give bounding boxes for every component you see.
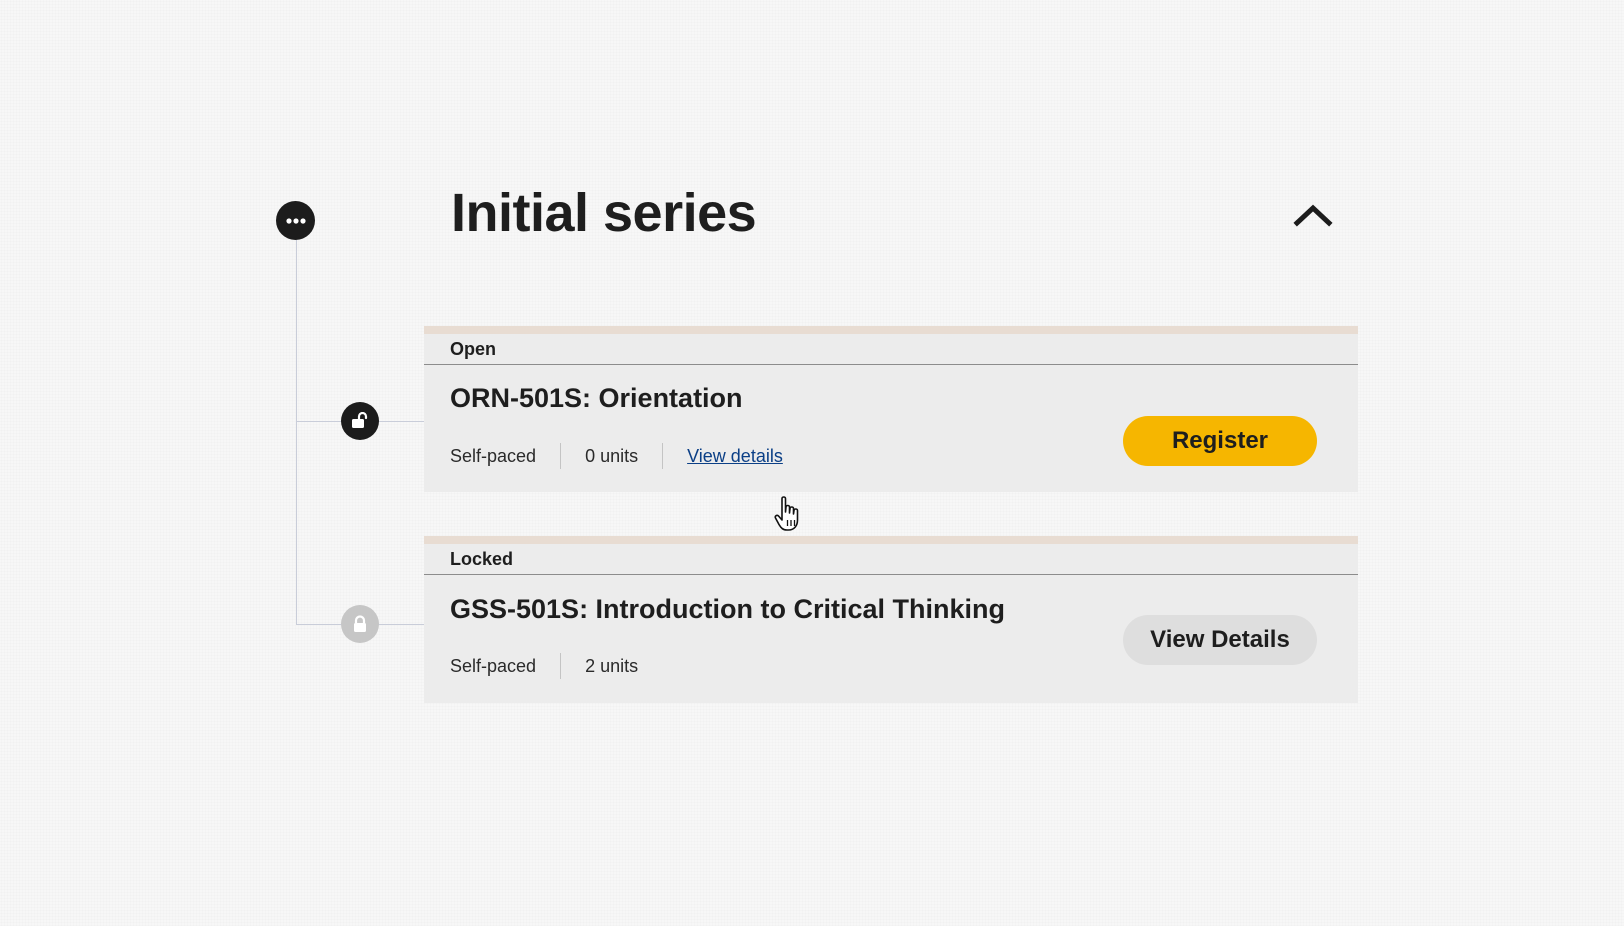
more-dots-icon xyxy=(276,201,315,240)
view-details-button[interactable]: View Details xyxy=(1123,615,1317,665)
meta-divider xyxy=(662,443,664,469)
register-button[interactable]: Register xyxy=(1123,416,1317,466)
timeline-line xyxy=(296,238,297,624)
course-title: GSS-501S: Introduction to Critical Think… xyxy=(450,594,1006,624)
card-accent-bar xyxy=(424,536,1358,544)
card-accent-bar xyxy=(424,326,1358,334)
meta-divider xyxy=(560,653,562,679)
course-meta: Self-paced 0 units View details xyxy=(450,443,783,469)
view-details-link[interactable]: View details xyxy=(687,446,783,467)
unlock-icon xyxy=(341,402,379,440)
hand-pointer-cursor xyxy=(773,495,807,533)
series-title: Initial series xyxy=(451,183,757,243)
chevron-up-icon[interactable] xyxy=(1290,198,1336,232)
units-label: 0 units xyxy=(585,445,639,466)
pace-label: Self-paced xyxy=(450,655,537,676)
course-card-orientation: Open ORN-501S: Orientation Self-paced 0 … xyxy=(424,326,1358,492)
course-card-critical-thinking: Locked GSS-501S: Introduction to Critica… xyxy=(424,536,1358,703)
lock-icon xyxy=(341,605,379,643)
meta-divider xyxy=(560,443,562,469)
course-title: ORN-501S: Orientation xyxy=(450,383,743,413)
course-meta: Self-paced 2 units xyxy=(450,653,638,679)
status-label: Locked xyxy=(424,544,1358,575)
status-label: Open xyxy=(424,334,1358,365)
pace-label: Self-paced xyxy=(450,445,537,466)
units-label: 2 units xyxy=(585,655,639,676)
